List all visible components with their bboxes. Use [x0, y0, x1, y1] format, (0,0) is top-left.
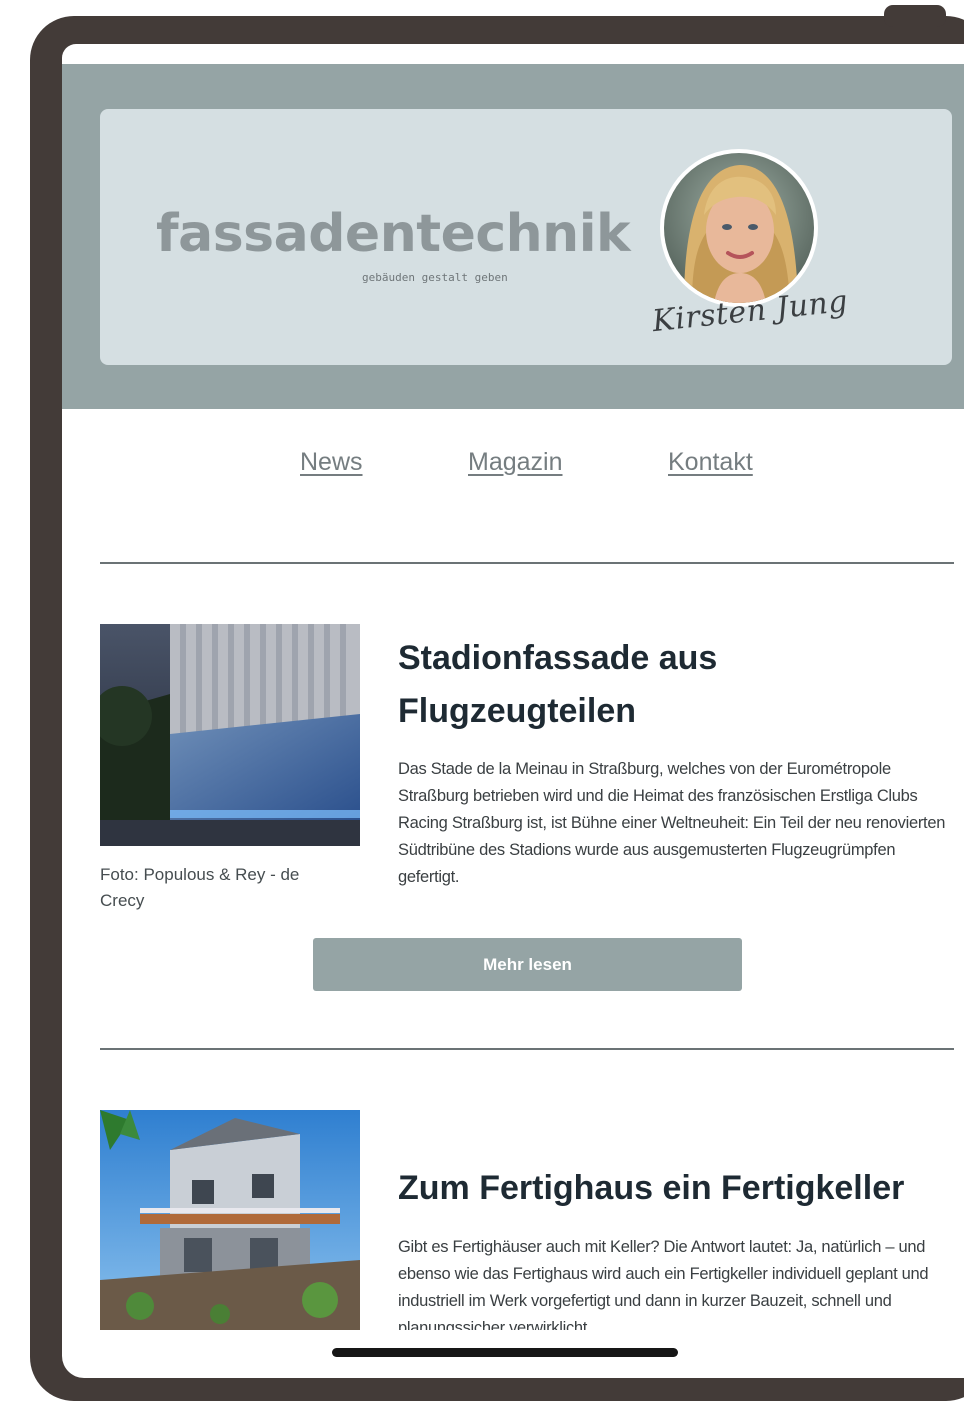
- header-card: fassadentechnik gebäuden gestalt geben K…: [100, 109, 952, 365]
- divider: [100, 562, 954, 564]
- nav-link-kontakt[interactable]: Kontakt: [668, 448, 753, 477]
- header-band: fassadentechnik gebäuden gestalt geben K…: [62, 64, 964, 409]
- article-image-stadium[interactable]: [100, 624, 360, 846]
- article-title[interactable]: Stadionfassade aus Flugzeugteilen: [398, 632, 717, 738]
- nav-link-news[interactable]: News: [300, 448, 363, 477]
- article-title[interactable]: Zum Fertighaus ein Fertigkeller: [398, 1162, 904, 1215]
- portrait-photo: [664, 153, 814, 303]
- home-indicator[interactable]: [332, 1348, 678, 1357]
- read-more-button[interactable]: Mehr lesen: [313, 938, 742, 991]
- image-caption: Foto: Populous & Rey - de Crecy: [100, 865, 300, 910]
- avatar: [660, 149, 818, 307]
- logo-wordmark[interactable]: fassadentechnik: [156, 204, 631, 264]
- article-body: Gibt es Fertighäuser auch mit Keller? Di…: [398, 1238, 929, 1330]
- divider: [100, 1048, 954, 1050]
- logo-tagline: gebäuden gestalt geben: [362, 271, 508, 284]
- screen: fassadentechnik gebäuden gestalt geben K…: [62, 44, 964, 1378]
- camera-bump: [884, 5, 946, 27]
- nav-link-magazin[interactable]: Magazin: [468, 448, 563, 477]
- article-image-house[interactable]: [100, 1110, 360, 1330]
- main-nav: News Magazin Kontakt: [62, 448, 964, 488]
- article-body: Das Stade de la Meinau in Straßburg, wel…: [398, 760, 946, 886]
